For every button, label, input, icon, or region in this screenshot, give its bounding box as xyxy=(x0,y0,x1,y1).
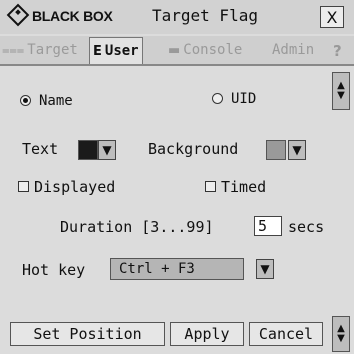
duration-label: Duration [3...99] xyxy=(60,218,214,236)
black-box-logo-icon xyxy=(6,3,30,27)
text-color-swatch[interactable] xyxy=(78,140,98,160)
radio-name[interactable]: Name xyxy=(20,93,73,109)
tab-console[interactable]: ▬ Console xyxy=(168,39,242,61)
close-icon: X xyxy=(326,7,338,27)
close-button[interactable]: X xyxy=(320,6,344,28)
scroll-down-icon: ▼ xyxy=(337,333,345,344)
scroll-up-down-control[interactable]: ▲ ▼ xyxy=(332,72,350,110)
text-color-label: Text xyxy=(22,140,59,158)
tab-target[interactable]: ⩶ Target xyxy=(2,39,78,61)
set-position-button[interactable]: Set Position xyxy=(10,322,165,346)
tab-target-label: Target xyxy=(27,42,78,58)
radio-selected-icon xyxy=(20,94,31,106)
radio-uid-label: UID xyxy=(231,91,257,107)
background-color-swatch[interactable] xyxy=(266,140,286,160)
duration-unit: secs xyxy=(288,218,325,236)
tab-user[interactable]: 𝗘 User xyxy=(89,37,143,64)
bottom-scroll-control[interactable]: ▲ ▼ xyxy=(332,316,350,352)
background-color-dropdown-button[interactable]: ▼ xyxy=(288,140,306,160)
background-color-label: Background xyxy=(148,140,239,158)
hotkey-select[interactable]: Ctrl + F3 xyxy=(110,258,244,280)
chevron-down-icon: ▼ xyxy=(102,143,112,157)
scroll-down-icon: ▼ xyxy=(337,90,345,101)
apply-button[interactable]: Apply xyxy=(170,322,244,346)
text-color-dropdown-button[interactable]: ▼ xyxy=(98,140,116,160)
black-box-logo: BLACK BOX xyxy=(6,3,113,27)
chevron-down-icon: ▼ xyxy=(292,143,302,157)
timed-label: Timed xyxy=(221,178,267,196)
target-tab-icon: ⩶ xyxy=(2,42,25,58)
logo-text: BLACK BOX xyxy=(32,8,113,24)
checkbox-icon xyxy=(205,181,216,192)
console-tab-icon: ▬ xyxy=(168,42,181,58)
user-tab-icon: 𝗘 xyxy=(93,43,102,59)
timed-checkbox[interactable]: Timed xyxy=(205,178,266,196)
help-icon: ? xyxy=(333,42,342,60)
hotkey-label: Hot key xyxy=(22,261,86,279)
chevron-down-icon: ▼ xyxy=(260,262,270,276)
radio-uid[interactable]: UID xyxy=(212,91,256,107)
tab-bar: ⩶ Target 𝗘 User ▬ Console Admin xyxy=(0,36,354,66)
displayed-checkbox[interactable]: Displayed xyxy=(18,178,115,196)
tab-console-label: Console xyxy=(183,42,243,58)
tab-admin-label: Admin xyxy=(272,42,315,58)
cancel-button[interactable]: Cancel xyxy=(249,322,323,346)
radio-name-label: Name xyxy=(39,93,73,109)
help-button[interactable]: ? xyxy=(333,42,349,60)
tab-admin[interactable]: Admin xyxy=(272,39,314,61)
checkbox-icon xyxy=(18,181,29,192)
hotkey-dropdown-button[interactable]: ▼ xyxy=(256,259,274,279)
window-title: Target Flag xyxy=(152,6,258,25)
displayed-label: Displayed xyxy=(34,178,116,196)
radio-unselected-icon xyxy=(212,92,223,104)
tab-user-label: User xyxy=(104,43,139,59)
duration-input[interactable]: 5 xyxy=(254,216,282,236)
